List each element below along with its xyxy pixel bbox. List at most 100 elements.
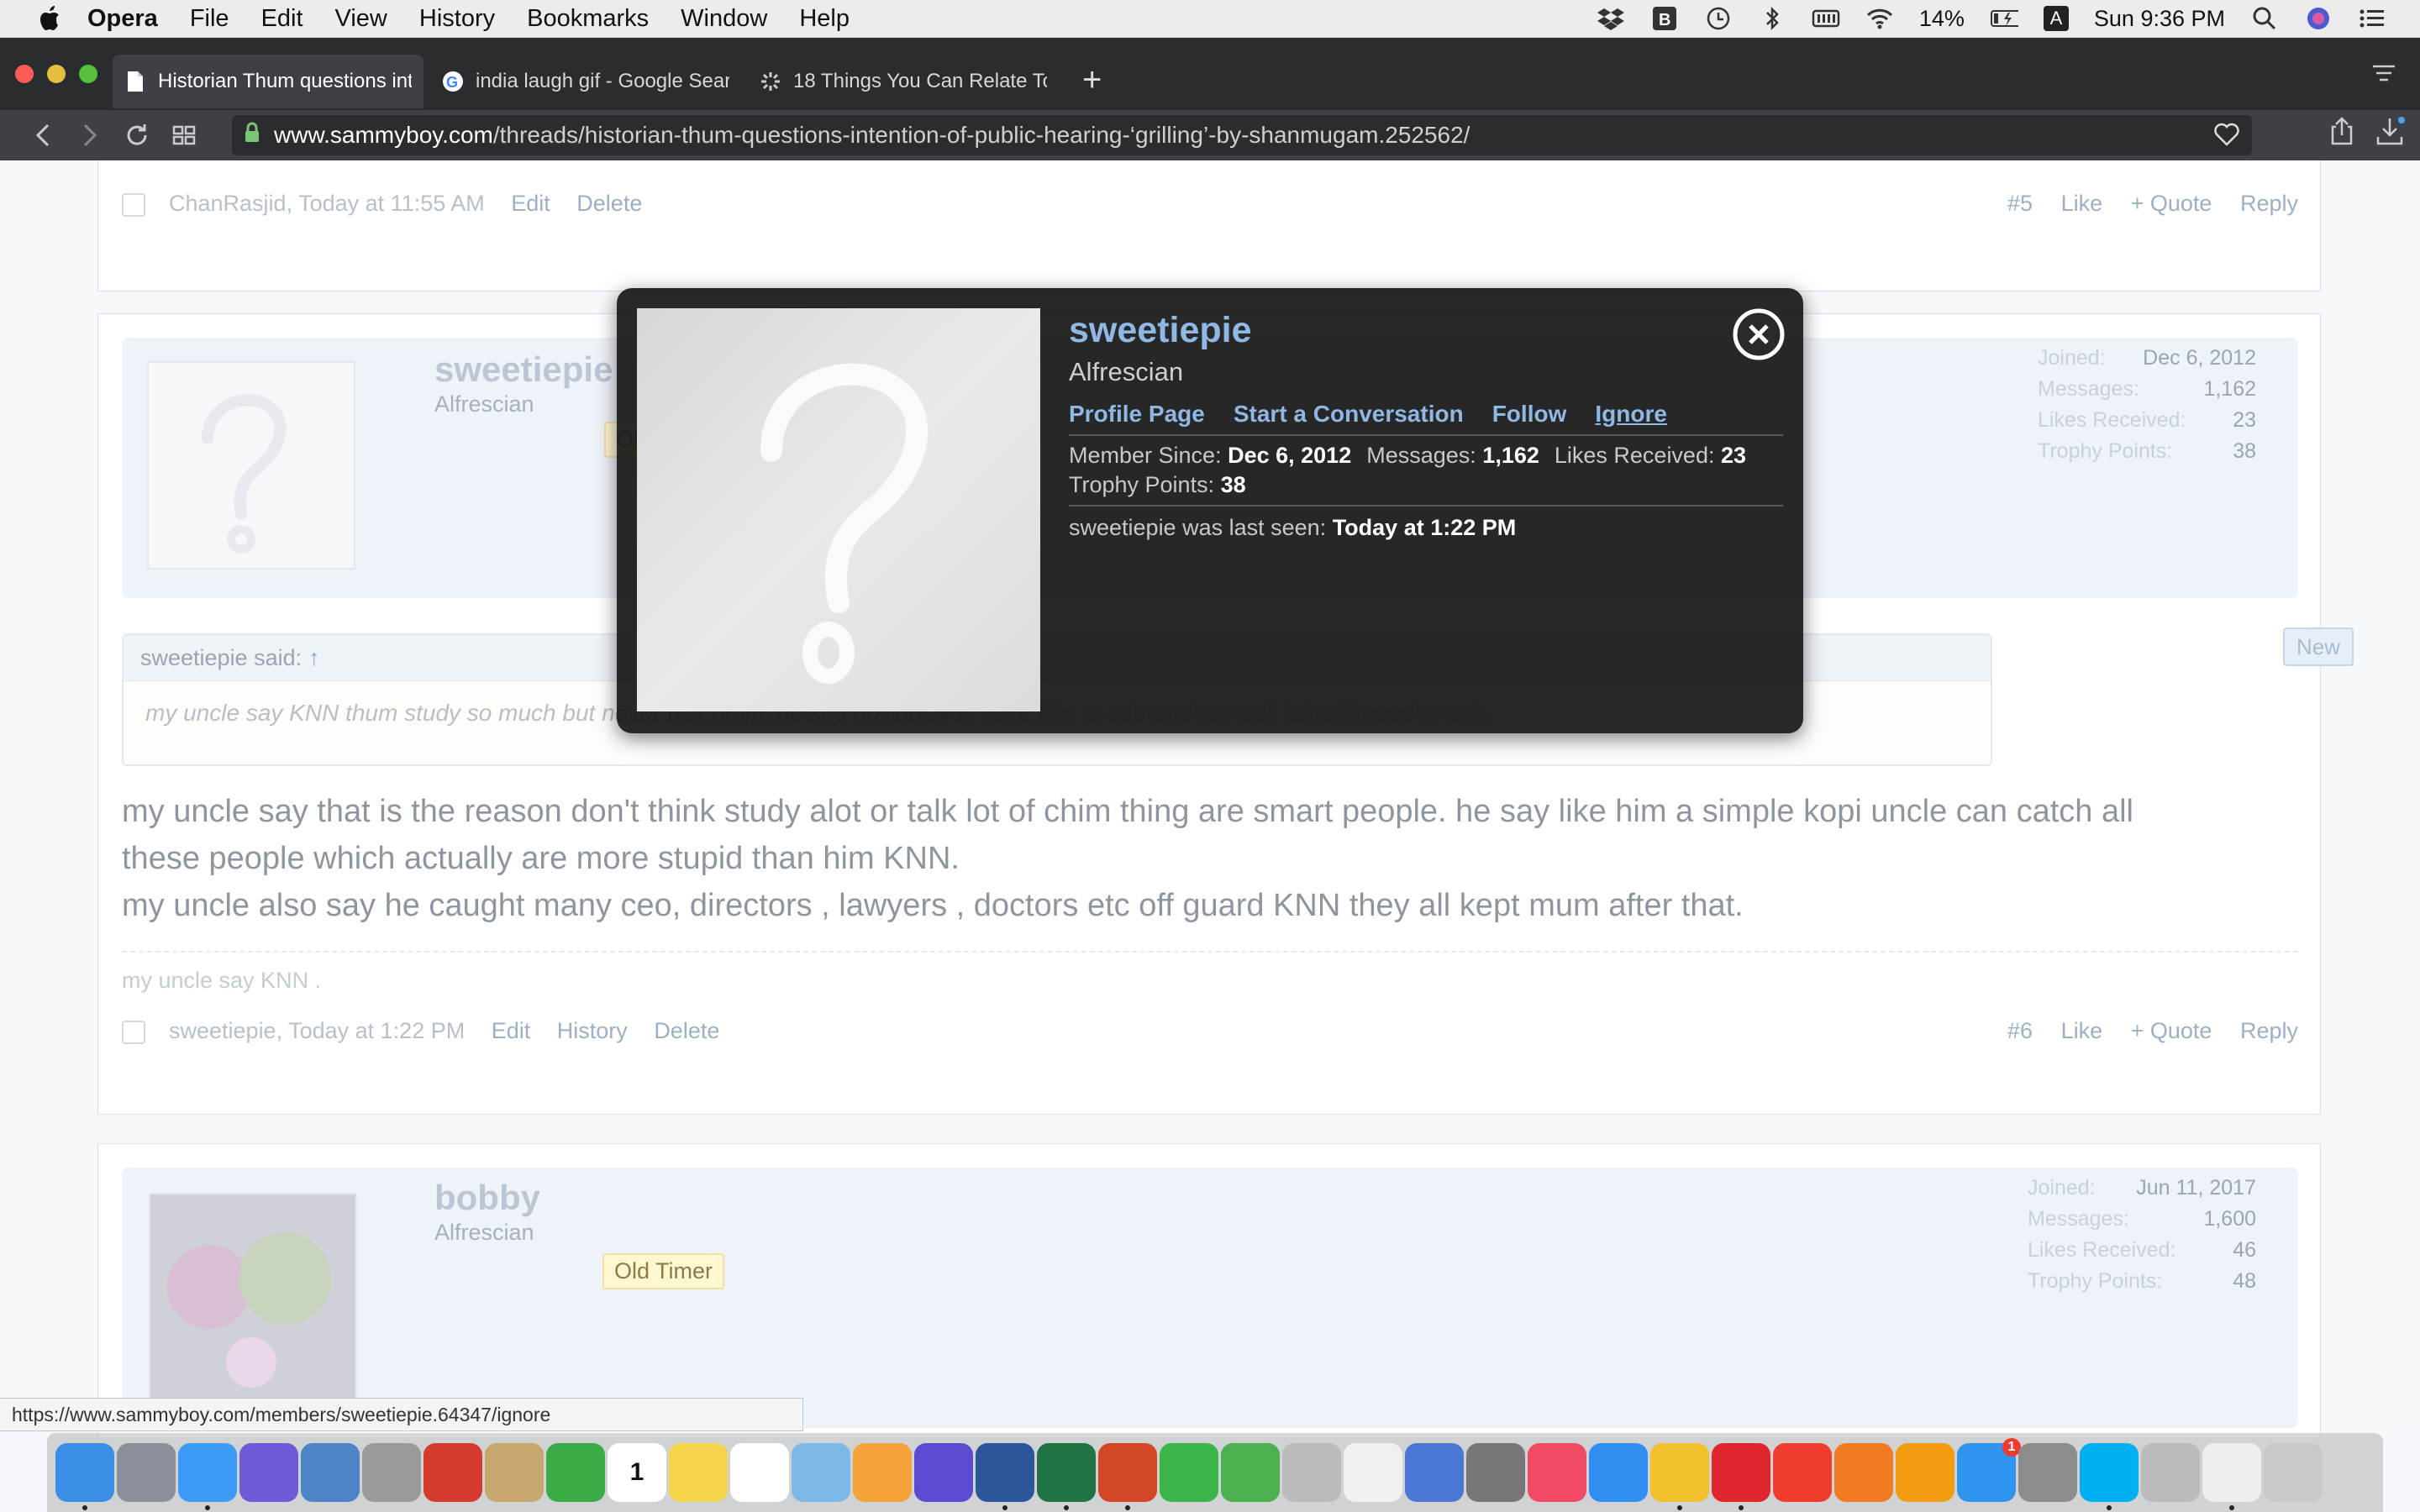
siri-icon[interactable]	[239, 1443, 298, 1502]
safari-icon[interactable]	[1589, 1443, 1648, 1502]
member-card-name[interactable]: sweetiepie	[1069, 310, 1252, 351]
reply-link[interactable]: Reply	[2240, 191, 2298, 216]
trash-icon[interactable]	[2264, 1443, 2323, 1502]
chrome-icon[interactable]	[1650, 1443, 1709, 1510]
yandex-icon[interactable]	[1773, 1443, 1832, 1502]
keynote-icon[interactable]	[1405, 1443, 1464, 1502]
photos-icon[interactable]	[853, 1443, 912, 1502]
history-link[interactable]: History	[557, 1018, 628, 1043]
profile-page-link[interactable]: Profile Page	[1069, 401, 1205, 428]
close-card-button[interactable]	[1733, 308, 1785, 360]
reload-icon[interactable]	[118, 116, 156, 155]
battery-icon[interactable]	[1990, 6, 2018, 31]
evernote-icon[interactable]	[424, 1443, 482, 1502]
app-store-icon[interactable]: 1	[1957, 1438, 2021, 1502]
zoom-window-button[interactable]	[79, 65, 97, 83]
maps-icon[interactable]	[792, 1443, 850, 1502]
like-link[interactable]: Like	[2061, 1018, 2103, 1043]
menubar-clock[interactable]: Sun 9:36 PM	[2094, 6, 2225, 32]
maps-arrow-icon[interactable]	[546, 1443, 605, 1502]
facetime-icon[interactable]	[1160, 1443, 1218, 1502]
menu-help[interactable]: Help	[799, 5, 850, 33]
music-icon[interactable]	[1528, 1443, 1586, 1502]
post-author-time[interactable]: sweetiepie, Today at 1:22 PM	[169, 1018, 465, 1043]
download-icon[interactable]	[2376, 117, 2407, 150]
menu-edit[interactable]: Edit	[261, 5, 303, 33]
close-window-button[interactable]	[15, 65, 34, 83]
menu-window[interactable]: Window	[681, 5, 767, 33]
quote-link[interactable]: + Quote	[2131, 191, 2212, 216]
post-select-checkbox[interactable]	[122, 1020, 145, 1044]
preview-icon[interactable]	[301, 1443, 360, 1502]
username[interactable]: sweetiepie	[434, 349, 613, 390]
books-icon[interactable]	[1896, 1443, 1954, 1502]
menu-file[interactable]: File	[190, 5, 229, 33]
menu-history[interactable]: History	[419, 5, 495, 33]
messages-icon[interactable]	[178, 1443, 237, 1510]
spotlight-search-icon[interactable]	[2250, 6, 2279, 31]
like-link[interactable]: Like	[2061, 191, 2103, 216]
username[interactable]: bobby	[434, 1178, 540, 1218]
lock-icon[interactable]	[244, 122, 260, 150]
time-machine-icon[interactable]	[1704, 6, 1733, 31]
dropbox-icon[interactable]	[1597, 6, 1625, 31]
tab-menu-icon[interactable]	[2371, 63, 2396, 87]
finder-icon[interactable]	[55, 1443, 114, 1510]
powerpoint-icon[interactable]	[1098, 1443, 1157, 1510]
notification-center-icon[interactable]	[2358, 6, 2386, 31]
input-source-indicator[interactable]: A	[2043, 6, 2069, 31]
post-select-checkbox[interactable]	[122, 192, 145, 217]
excel-icon[interactable]	[1037, 1443, 1096, 1510]
minimize-window-button[interactable]	[47, 65, 66, 83]
firefox-icon[interactable]	[1834, 1443, 1893, 1502]
post-number[interactable]: #6	[2007, 1018, 2033, 1043]
calendar-icon[interactable]: 1	[608, 1443, 666, 1502]
post-number[interactable]: #5	[2007, 191, 2033, 216]
menu-app-name[interactable]: Opera	[87, 5, 158, 33]
unknown-icon[interactable]	[2141, 1443, 2200, 1502]
disk-utility-icon[interactable]	[1466, 1443, 1525, 1502]
memory-icon[interactable]	[1812, 6, 1840, 31]
tab-18-things[interactable]: 18 Things You Can Relate To	[748, 55, 1059, 108]
skype-icon[interactable]	[2080, 1443, 2139, 1510]
reminders-icon[interactable]	[730, 1443, 789, 1502]
system-preferences-icon[interactable]	[2018, 1443, 2077, 1502]
textedit-icon[interactable]	[1344, 1443, 1402, 1502]
opera-icon[interactable]	[1712, 1443, 1770, 1510]
tab-google-search[interactable]: G india laugh gif - Google Searc	[430, 55, 741, 108]
bluetooth-icon[interactable]	[1758, 6, 1786, 31]
apple-menu-icon[interactable]	[32, 0, 67, 37]
new-post-badge[interactable]: New	[2283, 627, 2354, 666]
back-icon[interactable]	[24, 116, 62, 155]
follow-link[interactable]: Follow	[1492, 401, 1567, 428]
menu-bookmarks[interactable]: Bookmarks	[527, 5, 649, 33]
url-field[interactable]: www.sammyboy.com /threads/historian-thum…	[232, 115, 2252, 155]
edit-link[interactable]: Edit	[492, 1018, 531, 1043]
preview-doc-icon[interactable]	[2202, 1443, 2261, 1510]
notes-icon[interactable]	[485, 1443, 544, 1502]
quote-author[interactable]: sweetiepie said:	[140, 645, 302, 671]
stickies-icon[interactable]	[669, 1443, 728, 1502]
tab-historian-thum[interactable]: Historian Thum questions inte	[113, 55, 424, 108]
quote-link[interactable]: + Quote	[2131, 1018, 2212, 1043]
launchpad-icon[interactable]	[117, 1443, 176, 1502]
new-tab-button[interactable]: +	[1082, 61, 1102, 99]
delete-link[interactable]: Delete	[576, 191, 642, 216]
share-icon[interactable]	[2329, 117, 2354, 150]
b-app-icon[interactable]: B	[1650, 6, 1679, 31]
siri-icon[interactable]	[2304, 6, 2333, 31]
avatar[interactable]	[147, 361, 355, 570]
avatar[interactable]	[149, 1193, 357, 1401]
delete-link[interactable]: Delete	[654, 1018, 719, 1043]
jump-to-quote-arrow-icon[interactable]: ↑	[308, 645, 320, 671]
numbers-icon[interactable]	[1221, 1443, 1280, 1502]
reply-link[interactable]: Reply	[2240, 1018, 2298, 1043]
forward-icon[interactable]	[71, 116, 109, 155]
unknown-icon[interactable]	[1282, 1443, 1341, 1502]
word-icon[interactable]	[976, 1443, 1034, 1510]
bookmark-heart-icon[interactable]	[2213, 122, 2240, 153]
post-author-time[interactable]: ChanRasjid, Today at 11:55 AM	[169, 191, 485, 216]
member-card-avatar[interactable]	[637, 308, 1040, 711]
menu-view[interactable]: View	[335, 5, 387, 33]
wifi-icon[interactable]	[1865, 6, 1894, 31]
